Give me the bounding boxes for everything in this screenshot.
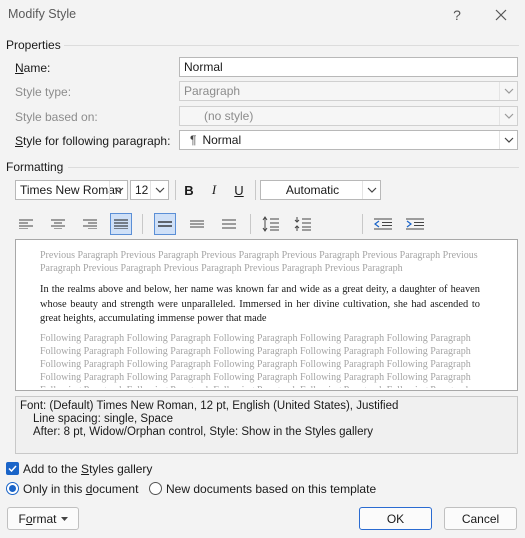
align-right-icon (83, 219, 97, 229)
name-label: Name: (15, 61, 51, 75)
style-following-label: Style for following paragraph: (15, 134, 171, 148)
help-icon: ? (453, 7, 461, 23)
align-right-button[interactable] (79, 213, 101, 235)
dialog-title: Modify Style (8, 7, 77, 21)
font-size-combo[interactable]: 12 (130, 180, 169, 200)
help-button[interactable]: ? (440, 2, 474, 28)
description-line-2: Line spacing: single, Space (33, 413, 174, 425)
toolbar-separator (362, 214, 363, 234)
style-following-value: Normal (202, 133, 242, 147)
chevron-down-icon (367, 187, 376, 193)
align-left-button[interactable] (15, 213, 37, 235)
description-line-3: After: 8 pt, Widow/Orphan control, Style… (33, 426, 374, 438)
add-to-gallery-label[interactable]: Add to the Styles gallery (23, 462, 152, 476)
font-name-combo[interactable]: Times New Roman (15, 180, 128, 200)
font-size-value: 12 (135, 183, 149, 197)
style-following-select[interactable]: ¶ Normal (179, 130, 518, 150)
font-color-value: Automatic (285, 183, 340, 197)
align-center-button[interactable] (47, 213, 69, 235)
decrease-paragraph-spacing-button[interactable] (292, 213, 314, 235)
new-documents-radio[interactable] (149, 482, 162, 495)
chevron-down-icon (504, 113, 513, 119)
toolbar-separator (175, 180, 176, 200)
style-description: Font: (Default) Times New Roman, 12 pt, … (15, 396, 518, 454)
style-based-on-select: (no style) (179, 106, 518, 126)
justify-button[interactable] (110, 213, 132, 235)
sample-paragraph: In the realms above and below, her name … (40, 284, 480, 324)
name-input[interactable]: Normal (179, 57, 518, 77)
style-preview-pane: Previous Paragraph Previous Paragraph Pr… (15, 239, 518, 391)
double-spacing-icon (222, 219, 236, 229)
new-documents-label[interactable]: New documents based on this template (166, 482, 376, 496)
font-color-combo[interactable]: Automatic (260, 180, 381, 200)
align-center-icon (51, 219, 65, 229)
increase-indent-button[interactable] (404, 213, 426, 235)
chevron-down-icon (504, 137, 513, 143)
toolbar-separator (255, 180, 256, 200)
decrease-indent-icon (374, 218, 392, 230)
style-type-value: Paragraph (184, 84, 241, 98)
toolbar-separator (142, 214, 143, 234)
single-spacing-button[interactable] (154, 213, 176, 235)
align-left-icon (19, 219, 33, 229)
decrease-indent-button[interactable] (372, 213, 394, 235)
toolbar-separator (250, 214, 251, 234)
pilcrow-icon: ¶ (190, 133, 197, 147)
cancel-button[interactable]: Cancel (444, 507, 517, 530)
format-menu-button[interactable]: Fo rmat (7, 507, 79, 530)
formatting-divider (68, 167, 519, 168)
single-spacing-icon (158, 221, 172, 227)
formatting-heading: Formatting (6, 160, 64, 174)
chevron-down-icon (155, 187, 164, 193)
double-spacing-button[interactable] (218, 213, 240, 235)
caret-down-icon (60, 516, 68, 521)
close-icon (495, 9, 507, 21)
bold-button[interactable]: B (178, 179, 200, 201)
chevron-down-icon (504, 88, 513, 94)
only-this-document-radio[interactable] (6, 482, 19, 495)
italic-button[interactable]: I (203, 179, 225, 201)
paragraph-spacing-up-icon (262, 216, 279, 232)
add-to-gallery-checkbox[interactable] (6, 462, 19, 475)
ok-button[interactable]: OK (359, 507, 432, 530)
style-type-select: Paragraph (179, 81, 518, 101)
close-button[interactable] (484, 2, 518, 28)
following-paragraph-sample: Following Paragraph Following Paragraph … (40, 333, 471, 388)
previous-paragraph-sample: Previous Paragraph Previous Paragraph Pr… (40, 250, 478, 274)
increase-paragraph-spacing-button[interactable] (260, 213, 282, 235)
paragraph-spacing-down-icon (294, 217, 311, 231)
properties-heading: Properties (6, 38, 61, 52)
one-half-spacing-icon (190, 220, 204, 228)
style-type-label: Style type: (15, 85, 72, 99)
style-based-on-value: (no style) (204, 109, 254, 123)
chevron-down-icon (114, 187, 123, 193)
properties-divider (64, 45, 519, 46)
font-name-value: Times New Roman (20, 183, 122, 197)
checkmark-icon (8, 465, 17, 472)
only-this-document-label[interactable]: Only in this document (23, 482, 138, 496)
description-line-1: Font: (Default) Times New Roman, 12 pt, … (20, 400, 399, 412)
underline-button[interactable]: U (228, 179, 250, 201)
one-half-spacing-button[interactable] (186, 213, 208, 235)
increase-indent-icon (406, 218, 424, 230)
justify-icon (114, 219, 128, 229)
style-based-on-label: Style based on: (15, 110, 98, 124)
